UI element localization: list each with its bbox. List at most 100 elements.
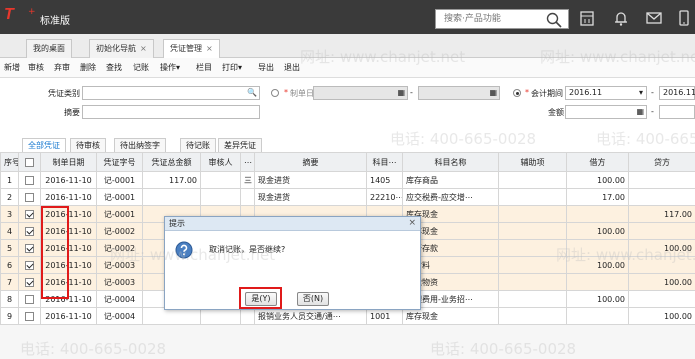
confirm-dialog: 提示 × 取消记账，是否继续? 是(Y) 否(N) [164,216,421,310]
search-input[interactable] [436,10,536,28]
row-checkbox[interactable] [25,193,34,202]
filter-all[interactable]: 全部凭证 [22,138,66,152]
row-select [19,274,41,291]
close-icon[interactable]: × [408,217,416,230]
col-total[interactable]: 凭证总金额 [143,153,201,172]
dialog-header: 提示 × [165,217,420,231]
lookup-icon[interactable]: 🔍 [247,87,257,99]
col-code[interactable]: 凭证字号 [97,153,143,172]
row-code: 记-0004 [97,291,143,308]
col-auditor[interactable]: 审核人 [201,153,241,172]
row-code: 记-0003 [97,274,143,291]
row-checkbox[interactable] [25,227,34,236]
unaudit-button[interactable]: 弃审 [54,62,70,73]
col-account-code[interactable]: 科目⋯ [367,153,403,172]
row-checkbox[interactable] [25,261,34,270]
calendar-icon[interactable]: ▦ [489,87,497,99]
row-date: 2016-11-10 [41,206,97,223]
tab-voucher-manage[interactable]: 凭证管理× [163,39,220,58]
row-checkbox[interactable] [25,312,34,321]
filter-pending-audit[interactable]: 待审核 [70,138,106,152]
print-menu[interactable]: 打印▾ [222,62,242,73]
period-end-value: 2016.11 [663,88,695,97]
col-account-name[interactable]: 科目名称 [403,153,499,172]
audit-button[interactable]: 审核 [28,62,44,73]
find-button[interactable]: 查找 [106,62,122,73]
mail-icon[interactable] [645,9,663,27]
row-flag: 三 [241,172,255,189]
col-credit[interactable]: 贷方 [629,153,695,172]
close-icon[interactable]: × [206,40,213,58]
table-row[interactable]: 12016-11-10记-0001117.00三现金进货1405库存商品100.… [1,172,695,189]
col-more[interactable]: ⋯ [241,153,255,172]
delete-button[interactable]: 删除 [80,62,96,73]
add-button[interactable]: 新增 [4,62,20,73]
col-select[interactable] [19,153,41,172]
row-debit: 17.00 [567,189,629,206]
row-credit [629,257,695,274]
tab-init-guide[interactable]: 初始化导航× [89,39,154,58]
range-dash: - [651,88,654,97]
row-credit [629,291,695,308]
col-debit[interactable]: 借方 [567,153,629,172]
phone-icon[interactable] [675,9,693,27]
row-date: 2016-11-10 [41,240,97,257]
row-credit: 100.00 [629,240,695,257]
create-date-start[interactable]: ▦ [313,86,408,100]
export-button[interactable]: 导出 [258,62,274,73]
operate-menu[interactable]: 操作▾ [160,62,180,73]
col-aux[interactable]: 辅助项 [499,153,567,172]
row-aux [499,291,567,308]
create-date-end[interactable]: ▦ [418,86,500,100]
post-button[interactable]: 记账 [133,62,149,73]
row-checkbox[interactable] [25,210,34,219]
row-flag [241,189,255,206]
chevron-down-icon[interactable]: ▾ [639,87,643,99]
row-flag [241,308,255,325]
yes-button[interactable]: 是(Y) [245,292,277,306]
row-code: 记-0001 [97,172,143,189]
amount-to-field[interactable] [659,105,695,119]
filter-pending-cashier[interactable]: 待出纳签字 [114,138,166,152]
no-button[interactable]: 否(N) [297,292,329,306]
close-icon[interactable]: × [140,40,147,58]
select-all-checkbox[interactable] [25,158,34,167]
col-summary[interactable]: 摘要 [255,153,367,172]
row-checkbox[interactable] [25,176,34,185]
amount-from-field[interactable]: ▦ [565,105,647,119]
bell-icon[interactable] [612,9,630,27]
search-box[interactable] [435,9,569,29]
row-aux [499,257,567,274]
row-select [19,257,41,274]
period-radio[interactable] [513,89,521,97]
row-select [19,308,41,325]
table-row[interactable]: 92016-11-10记-0004报销业务人员交通/通⋯1001库存现金100.… [1,308,695,325]
filter-diff[interactable]: 差异凭证 [218,138,262,152]
period-end-select[interactable]: 2016.11 [659,86,695,100]
exit-button[interactable]: 退出 [284,62,300,73]
row-credit: 100.00 [629,308,695,325]
calendar-icon[interactable]: ▦ [397,87,405,99]
row-checkbox[interactable] [25,278,34,287]
period-start-value: 2016.11 [569,88,602,97]
row-checkbox[interactable] [25,244,34,253]
row-checkbox[interactable] [25,295,34,304]
filter-pending-post[interactable]: 待记账 [180,138,216,152]
voucher-type-field[interactable]: 🔍 [82,86,260,100]
row-credit [629,189,695,206]
row-total: 117.00 [143,172,201,189]
search-icon[interactable] [546,12,562,28]
col-no[interactable]: 序号 [1,153,19,172]
row-no: 3 [1,206,19,223]
tab-my-desktop[interactable]: 我的桌面 [26,39,72,58]
calculator-icon[interactable]: ▦ [636,106,644,118]
summary-field[interactable] [82,105,260,119]
table-row[interactable]: 22016-11-10记-0001现金进货22210⋯应交税费-应交增⋯17.0… [1,189,695,206]
col-date[interactable]: 制单日期 [41,153,97,172]
row-date: 2016-11-10 [41,172,97,189]
row-date: 2016-11-10 [41,257,97,274]
columns-button[interactable]: 栏目 [196,62,212,73]
calendar-icon[interactable] [578,9,596,27]
create-date-radio[interactable] [271,89,279,97]
period-start-select[interactable]: 2016.11 ▾ [565,86,647,100]
